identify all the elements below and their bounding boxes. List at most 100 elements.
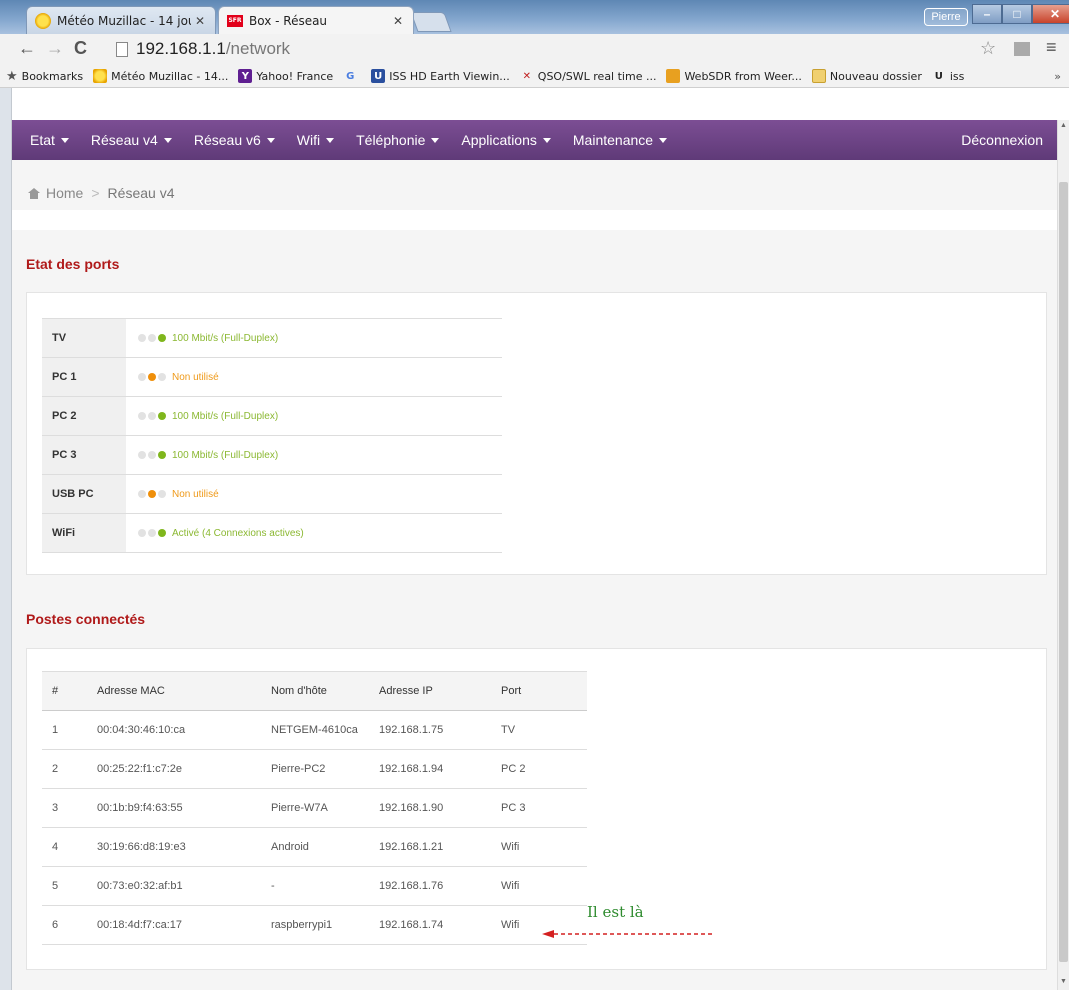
google-bookmark[interactable]: G: [343, 69, 361, 83]
status-led-icon: [148, 489, 156, 498]
port-status: Non utilisé: [126, 475, 502, 514]
star-icon: ★: [6, 68, 18, 84]
column-header: Port: [491, 671, 587, 711]
tab-title: Météo Muzillac - 14 jours: [57, 13, 191, 28]
bookmark-item[interactable]: ✕ QSO/SWL real time ...: [520, 69, 657, 83]
status-led-icon: [158, 411, 166, 420]
port-status: 100 Mbit/s (Full-Duplex): [126, 436, 502, 475]
port-status: Non utilisé: [126, 358, 502, 397]
ports-panel: TV 100 Mbit/s (Full-Duplex) PC 1 Non utilis…: [26, 292, 1047, 575]
user-badge[interactable]: Pierre: [924, 8, 968, 26]
table-cell: 00:18:4d:f7:ca:17: [87, 905, 261, 945]
hosts-section-title: Postes connectés: [26, 611, 146, 627]
table-row: 1 00:04:30:46:10:ca NETGEM-4610ca 192.168.1…: [42, 710, 587, 750]
bookmark-folder[interactable]: Nouveau dossier: [811, 69, 922, 83]
bookmark-item[interactable]: Y Yahoo! France: [238, 69, 333, 83]
annotation-label: Il est là: [587, 903, 644, 921]
status-led-icon: [158, 333, 166, 342]
status-led-icon: [158, 372, 166, 381]
forward-arrow-icon[interactable]: →: [46, 38, 64, 59]
scroll-thumb[interactable]: [1059, 182, 1068, 962]
caret-down-icon: [163, 137, 172, 143]
table-cell: 00:73:e0:32:af:b1: [87, 866, 261, 906]
table-cell: 192.168.1.75: [369, 710, 491, 750]
status-led-icon: [148, 372, 156, 381]
reload-icon[interactable]: C: [74, 38, 87, 59]
table-row: 2 00:25:22:f1:c7:2e Pierre-PC2 192.168.1.94…: [42, 749, 587, 789]
port-status-text: Activé (4 Connexions actives): [172, 527, 304, 539]
close-window-icon[interactable]: ✕: [1032, 4, 1069, 24]
table-cell: 192.168.1.76: [369, 866, 491, 906]
page-icon: [116, 41, 128, 57]
bookmark-star-icon[interactable]: ☆: [980, 38, 996, 59]
window-left-edge: [0, 88, 12, 990]
tab-meteo[interactable]: Météo Muzillac - 14 jours ✕: [26, 6, 216, 34]
hosts-table: # Adresse MAC Nom d'hôte Adresse IP Port 1 00…: [42, 671, 587, 945]
port-row: PC 1 Non utilisé: [42, 357, 502, 397]
tab-box-reseau[interactable]: SFR Box - Réseau ✕: [218, 6, 414, 34]
caret-down-icon: [60, 137, 69, 143]
status-led-icon: [148, 528, 156, 537]
port-status-text: Non utilisé: [172, 371, 219, 383]
menu-reseau-v6[interactable]: Réseau v6: [194, 132, 275, 148]
logout-link[interactable]: Déconnexion: [961, 132, 1043, 148]
table-cell: Pierre-W7A: [261, 788, 369, 828]
port-row: PC 3 100 Mbit/s (Full-Duplex): [42, 435, 502, 475]
extension-icon[interactable]: [1014, 42, 1030, 56]
column-header: Nom d'hôte: [261, 671, 369, 711]
address-bar[interactable]: 192.168.1.1/network: [100, 36, 968, 62]
menu-maintenance[interactable]: Maintenance: [573, 132, 668, 148]
breadcrumb-home[interactable]: Home: [46, 185, 83, 201]
ustream-icon: U: [934, 70, 943, 82]
scroll-down-icon[interactable]: ▼: [1060, 978, 1067, 985]
table-cell: Android: [261, 827, 369, 867]
table-cell: Wifi: [491, 866, 587, 906]
breadcrumb: Home > Réseau v4: [28, 185, 174, 201]
status-led-icon: [158, 450, 166, 459]
menu-wifi[interactable]: Wifi: [297, 132, 335, 148]
home-icon: [28, 187, 40, 199]
minimize-icon[interactable]: –: [972, 4, 1002, 24]
menu-telephonie[interactable]: Téléphonie: [356, 132, 440, 148]
port-label: USB PC: [42, 474, 126, 514]
window-titlebar: Météo Muzillac - 14 jours ✕ SFR Box - Ré…: [0, 0, 1069, 34]
menu-applications[interactable]: Applications: [461, 132, 551, 148]
bookmark-item[interactable]: Météo Muzillac - 14...: [93, 69, 228, 83]
folder-icon: [811, 69, 826, 83]
divider: [12, 210, 1057, 230]
close-icon[interactable]: ✕: [195, 14, 205, 28]
table-row: 6 00:18:4d:f7:ca:17 raspberrypi1 192.168.1.…: [42, 905, 587, 945]
page-scrollbar[interactable]: ▲ ▼: [1057, 120, 1069, 990]
hamburger-menu-icon[interactable]: ≡: [1046, 37, 1057, 58]
status-led-icon: [138, 333, 146, 342]
scroll-up-icon[interactable]: ▲: [1060, 122, 1067, 129]
google-icon: G: [346, 70, 355, 82]
status-led-icon: [138, 489, 146, 498]
new-tab-button[interactable]: [410, 12, 452, 32]
caret-down-icon: [266, 137, 275, 143]
menu-etat[interactable]: Etat: [30, 132, 69, 148]
port-row: TV 100 Mbit/s (Full-Duplex): [42, 318, 502, 358]
ustream-icon: U: [371, 69, 386, 83]
maximize-icon[interactable]: □: [1002, 4, 1032, 24]
chevron-right-icon[interactable]: »: [1054, 70, 1061, 83]
port-label: WiFi: [42, 513, 126, 553]
bookmark-item[interactable]: WebSDR from Weer...: [666, 69, 802, 83]
caret-down-icon: [542, 137, 551, 143]
qso-icon: ✕: [522, 70, 531, 82]
status-led-icon: [148, 411, 156, 420]
bookmark-item[interactable]: Uiss: [932, 69, 965, 83]
back-arrow-icon[interactable]: ←: [18, 38, 36, 59]
url-host: 192.168.1.1: [136, 39, 226, 58]
table-cell: Wifi: [491, 827, 587, 867]
menu-reseau-v4[interactable]: Réseau v4: [91, 132, 172, 148]
sfr-icon: SFR: [227, 14, 243, 27]
table-cell: 192.168.1.21: [369, 827, 491, 867]
caret-down-icon: [326, 137, 335, 143]
bookmark-item[interactable]: U ISS HD Earth Viewin...: [371, 69, 510, 83]
close-icon[interactable]: ✕: [393, 14, 403, 28]
status-leds: [138, 528, 168, 537]
tab-title: Box - Réseau: [249, 13, 328, 28]
bookmark-item[interactable]: ★ Bookmarks: [6, 69, 83, 84]
port-status-text: 100 Mbit/s (Full-Duplex): [172, 332, 279, 344]
